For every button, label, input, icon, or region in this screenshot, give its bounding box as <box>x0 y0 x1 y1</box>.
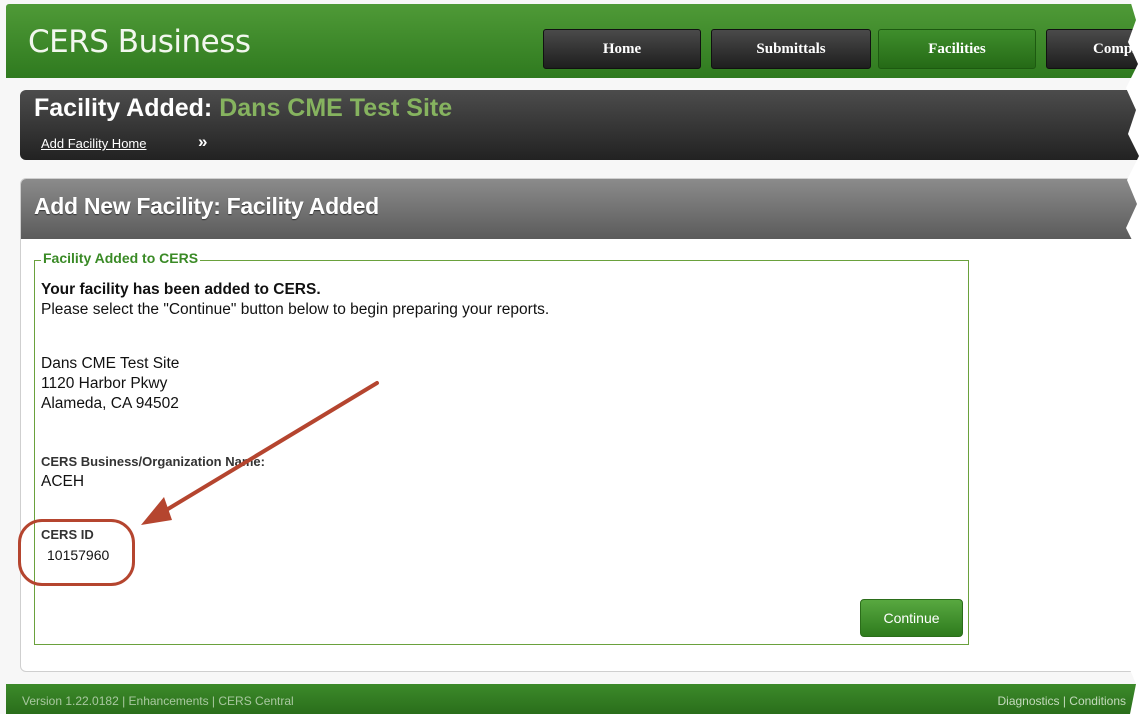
page: CERS Business Home Submittals Facilities… <box>0 0 1146 714</box>
footer-links[interactable]: Diagnostics | Conditions <box>997 694 1126 708</box>
nav-home-button[interactable]: Home <box>543 29 701 69</box>
facility-added-panel: Add New Facility: Facility Added Facilit… <box>20 178 1146 672</box>
page-title: Facility Added: Dans CME Test Site <box>34 94 452 123</box>
footer-version: Version 1.22.0182 | Enhancements | CERS … <box>22 694 294 708</box>
breadcrumb-separator-icon: » <box>198 132 208 151</box>
cers-id-value: 10157960 <box>47 547 110 563</box>
fieldset-legend: Facility Added to CERS <box>41 250 201 266</box>
nav-submittals-button[interactable]: Submittals <box>711 29 871 69</box>
footer-bar: Version 1.22.0182 | Enhancements | CERS … <box>6 684 1146 714</box>
page-title-band: Facility Added: Dans CME Test Site Add F… <box>20 90 1146 160</box>
page-title-prefix: Facility Added: <box>34 94 213 122</box>
cers-id-label: CERS ID <box>41 527 94 542</box>
continue-button[interactable]: Continue <box>860 599 963 637</box>
facility-city: Alameda, CA 94502 <box>41 395 179 412</box>
nav-facilities-button[interactable]: Facilities <box>878 29 1036 69</box>
top-header: CERS Business Home Submittals Facilities… <box>6 4 1146 78</box>
instruction-text: Please select the "Continue" button belo… <box>41 301 550 318</box>
org-name-label: CERS Business/Organization Name: <box>41 454 265 469</box>
facility-name: Dans CME Test Site <box>41 355 180 372</box>
success-title: Your facility has been added to CERS. <box>41 281 321 298</box>
panel-header: Add New Facility: Facility Added <box>21 179 1146 239</box>
app-title: CERS Business <box>28 24 251 60</box>
page-title-site: Dans CME Test Site <box>219 94 453 122</box>
facility-added-fieldset: Facility Added to CERS Your facility has… <box>34 250 969 645</box>
facility-street: 1120 Harbor Pkwy <box>41 375 168 392</box>
panel-title: Add New Facility: Facility Added <box>34 193 379 219</box>
breadcrumb-add-facility-home[interactable]: Add Facility Home <box>41 136 146 151</box>
nav-compliance-button[interactable]: Complia <box>1046 29 1146 69</box>
org-name-value: ACEH <box>41 473 85 490</box>
